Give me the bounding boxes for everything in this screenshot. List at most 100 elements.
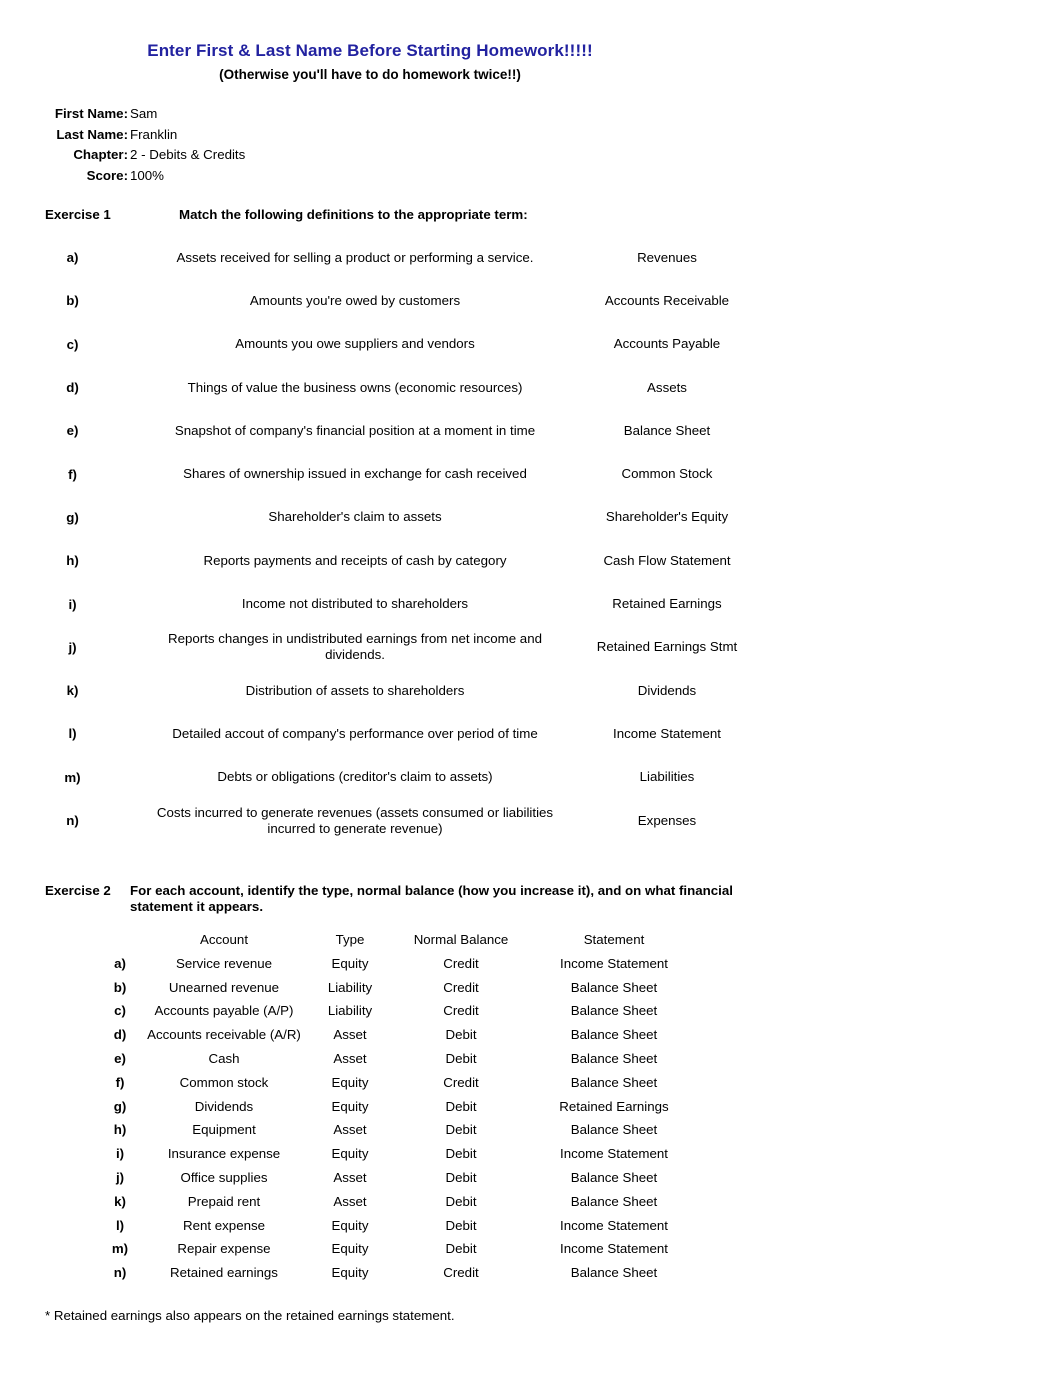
- footnote: * Retained earnings also appears on the …: [45, 1308, 455, 1323]
- account-type-field[interactable]: Liability: [302, 1003, 398, 1018]
- definition-text: Things of value the business owns (econo…: [187, 379, 523, 395]
- normal-balance-field[interactable]: Debit: [398, 1241, 524, 1256]
- table-row: n) Costs incurred to generate revenues (a…: [0, 799, 800, 842]
- account-type-field[interactable]: Liability: [302, 980, 398, 995]
- account-type-field[interactable]: Equity: [302, 1218, 398, 1233]
- normal-balance-field[interactable]: Debit: [398, 1146, 524, 1161]
- normal-balance-field[interactable]: Debit: [398, 1170, 524, 1185]
- normal-balance-field[interactable]: Debit: [398, 1099, 524, 1114]
- term-answer-field[interactable]: Accounts Receivable: [567, 293, 767, 309]
- term-answer-field[interactable]: Balance Sheet: [567, 423, 767, 439]
- term-answer-field[interactable]: Cash Flow Statement: [567, 553, 767, 569]
- row-letter: c): [66, 336, 79, 352]
- term-answer-field[interactable]: Revenues: [567, 250, 767, 266]
- definition-text: Reports payments and receipts of cash by…: [203, 552, 507, 568]
- statement-field[interactable]: Balance Sheet: [524, 1170, 704, 1185]
- normal-balance-field[interactable]: Credit: [398, 1075, 524, 1090]
- term-answer-field[interactable]: Retained Earnings Stmt: [567, 639, 767, 655]
- statement-field[interactable]: Income Statement: [524, 956, 704, 971]
- definition-text: Amounts you're owed by customers: [249, 292, 461, 308]
- account-type-field[interactable]: Equity: [302, 1099, 398, 1114]
- chapter-field[interactable]: 2 - Debits & Credits: [128, 147, 245, 162]
- term-answer-field[interactable]: Dividends: [567, 683, 767, 699]
- account-type-field[interactable]: Equity: [302, 1241, 398, 1256]
- definition-text: Shares of ownership issued in exchange f…: [183, 466, 527, 482]
- statement-field[interactable]: Balance Sheet: [524, 1265, 704, 1280]
- statement-field[interactable]: Balance Sheet: [524, 1051, 704, 1066]
- term-answer-field[interactable]: Retained Earnings: [567, 596, 767, 612]
- statement-field[interactable]: Balance Sheet: [524, 1027, 704, 1042]
- account-type-field[interactable]: Equity: [302, 1146, 398, 1161]
- table-row: g) Dividends Equity Debit Retained Earnings: [0, 1099, 800, 1123]
- term-answer-field[interactable]: Accounts Payable: [567, 336, 767, 352]
- definition-text: Income not distributed to shareholders: [241, 596, 469, 612]
- normal-balance-field[interactable]: Debit: [398, 1218, 524, 1233]
- exercise-1-label: Exercise 1: [45, 207, 111, 222]
- row-letter: b): [113, 979, 127, 995]
- row-letter: n): [66, 813, 79, 828]
- account-type-field[interactable]: Asset: [302, 1194, 398, 1209]
- table-row: b) Amounts you're owed by customers Accoun…: [0, 279, 800, 322]
- table-row: a) Service revenue Equity Credit Income Stat…: [0, 956, 800, 980]
- table-row: d) Accounts receivable (A/R) Asset Debit Bal…: [0, 1027, 800, 1051]
- normal-balance-field[interactable]: Debit: [398, 1122, 524, 1137]
- row-letter: f): [68, 466, 77, 482]
- account-name: Repair expense: [177, 1241, 271, 1257]
- table-row: f) Common stock Equity Credit Balance Sheet: [0, 1075, 800, 1099]
- normal-balance-field[interactable]: Credit: [398, 980, 524, 995]
- account-type-field[interactable]: Asset: [302, 1122, 398, 1137]
- exercise-2-heading: Exercise 2 For each account, identify th…: [45, 883, 738, 915]
- term-answer-field[interactable]: Assets: [567, 380, 767, 396]
- column-header-normal-balance: Normal Balance: [413, 932, 509, 947]
- statement-field[interactable]: Balance Sheet: [524, 1075, 704, 1090]
- table-row: d) Things of value the business owns (eco…: [0, 366, 800, 409]
- score-field: 100%: [130, 167, 165, 183]
- statement-field[interactable]: Balance Sheet: [524, 1003, 704, 1018]
- last-name-label: Last Name:: [56, 126, 128, 142]
- account-name: Accounts payable (A/P): [154, 1003, 294, 1019]
- last-name-field[interactable]: Franklin: [128, 127, 177, 142]
- row-letter: n): [113, 1265, 127, 1281]
- account-type-field[interactable]: Asset: [302, 1027, 398, 1042]
- column-header-account: Account: [199, 932, 249, 947]
- first-name-field[interactable]: Sam: [128, 106, 157, 121]
- column-header-statement: Statement: [583, 932, 645, 947]
- statement-field[interactable]: Income Statement: [524, 1241, 704, 1256]
- row-letter: h): [66, 553, 79, 569]
- statement-field[interactable]: Income Statement: [524, 1146, 704, 1161]
- term-answer-field[interactable]: Income Statement: [567, 726, 767, 742]
- account-type-field[interactable]: Asset: [302, 1051, 398, 1066]
- statement-field[interactable]: Balance Sheet: [524, 1194, 704, 1209]
- account-type-field[interactable]: Asset: [302, 1170, 398, 1185]
- row-letter: g): [113, 1098, 127, 1114]
- term-answer-field[interactable]: Shareholder's Equity: [567, 509, 767, 525]
- term-answer-field[interactable]: Common Stock: [567, 466, 767, 482]
- page-subtitle: (Otherwise you'll have to do homework tw…: [219, 67, 521, 82]
- normal-balance-field[interactable]: Credit: [398, 956, 524, 971]
- account-name: Unearned revenue: [168, 979, 280, 995]
- account-type-field[interactable]: Equity: [302, 956, 398, 971]
- score-label: Score:: [86, 167, 128, 183]
- statement-field[interactable]: Balance Sheet: [524, 980, 704, 995]
- normal-balance-field[interactable]: Credit: [398, 1003, 524, 1018]
- worksheet-page: Enter First & Last Name Before Starting …: [0, 0, 1062, 1377]
- normal-balance-field[interactable]: Debit: [398, 1194, 524, 1209]
- statement-field[interactable]: Balance Sheet: [524, 1122, 704, 1137]
- term-answer-field[interactable]: Expenses: [567, 813, 767, 829]
- row-letter: j): [115, 1169, 125, 1185]
- exercise-2-label: Exercise 2: [45, 883, 111, 898]
- table-row: l) Rent expense Equity Debit Income Statemen…: [0, 1218, 800, 1242]
- statement-field[interactable]: Income Statement: [524, 1218, 704, 1233]
- table-row: n) Retained earnings Equity Credit Balance S…: [0, 1265, 800, 1289]
- statement-field[interactable]: Retained Earnings: [524, 1099, 704, 1114]
- account-type-field[interactable]: Equity: [302, 1265, 398, 1280]
- normal-balance-field[interactable]: Credit: [398, 1265, 524, 1280]
- row-letter: j): [68, 639, 77, 655]
- account-name: Office supplies: [180, 1169, 268, 1185]
- account-type-field[interactable]: Equity: [302, 1075, 398, 1090]
- term-answer-field[interactable]: Liabilities: [567, 769, 767, 785]
- row-letter: e): [66, 423, 79, 439]
- normal-balance-field[interactable]: Debit: [398, 1027, 524, 1042]
- account-name: Prepaid rent: [187, 1193, 261, 1209]
- normal-balance-field[interactable]: Debit: [398, 1051, 524, 1066]
